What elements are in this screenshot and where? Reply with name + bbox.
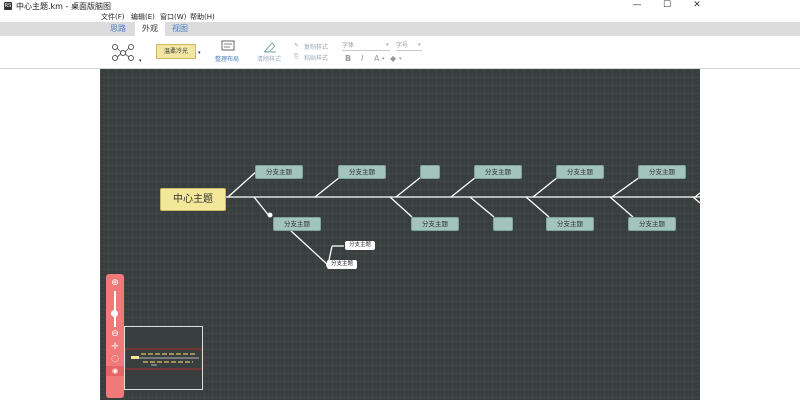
font-family-select[interactable]: 字体 [342,41,390,51]
structure-icon[interactable] [108,42,138,62]
clear-style-button[interactable]: 清除样式 [257,54,281,63]
branch-node-top-5[interactable]: 分支主题 [556,165,604,179]
zoom-in-icon[interactable]: ⊕ [106,278,124,288]
theme-select[interactable]: 温柔冷光 [156,44,196,59]
menu-window[interactable]: 窗口(W) [160,12,186,22]
menu-help[interactable]: 帮助(H) [190,12,215,22]
branch-node-top-3[interactable] [420,165,440,179]
arrange-layout-icon[interactable] [221,40,237,53]
app-icon: RS [4,2,12,10]
close-button[interactable]: ✕ [682,0,712,10]
bold-button[interactable]: B [345,54,351,63]
menu-file[interactable]: 文件(F) [101,12,125,22]
minimize-button[interactable]: — [622,0,652,10]
tab-appearance[interactable]: 外观 [135,22,165,36]
minimap[interactable] [124,326,203,390]
structure-dropdown-icon[interactable]: ▾ [139,58,142,64]
zoom-slider-handle[interactable] [111,310,118,317]
branch-node-bottom-5[interactable]: 分支主题 [628,217,676,231]
tab-ideas[interactable]: 思路 [101,22,135,36]
size-dropdown-icon[interactable]: ▾ [418,42,421,48]
copy-style-button[interactable]: 复制样式 [304,42,328,51]
zoom-out-icon[interactable]: ⊖ [106,329,124,339]
font-color-button[interactable]: A [374,54,379,63]
branch-node-top-1[interactable]: 分支主题 [255,165,303,179]
right-margin [700,69,800,400]
branch-node-bottom-3[interactable] [493,217,513,231]
branch-node-top-2[interactable]: 分支主题 [338,165,386,179]
zoom-slider-track[interactable] [114,291,116,327]
bg-color-button[interactable]: ◆ [390,54,396,63]
bg-color-dropdown-icon[interactable]: ▾ [399,56,402,62]
leaf-node-2[interactable]: 分支主题 [327,260,357,269]
paste-style-icon: ⎘ [294,53,299,60]
leaf-node-1[interactable]: 分支主题 [345,241,375,250]
paste-style-button[interactable]: 粘贴样式 [304,53,328,62]
toggle-navigator-icon[interactable]: ◉ [106,366,124,376]
theme-dropdown-icon[interactable]: ▾ [198,50,201,56]
italic-button[interactable]: I [361,54,363,63]
branch-node-bottom-2[interactable]: 分支主题 [411,217,459,231]
menu-edit[interactable]: 编辑(E) [131,12,155,22]
central-topic-node[interactable]: 中心主题 [160,188,226,211]
copy-style-icon: ✎ [294,42,300,49]
clear-style-icon[interactable] [263,40,277,53]
font-dropdown-icon[interactable]: ▾ [386,42,389,48]
branch-node-bottom-4[interactable]: 分支主题 [546,217,594,231]
branch-node-bottom-1[interactable]: 分支主题 [273,217,321,231]
tab-view[interactable]: 视图 [165,22,195,36]
window-title: 中心主题.km - 桌面版脑图 [16,2,111,11]
font-color-dropdown-icon[interactable]: ▾ [382,56,385,62]
minimap-preview [124,348,203,370]
locate-root-icon[interactable]: ◌ [106,354,124,364]
arrange-layout-button[interactable]: 整理布局 [215,54,239,63]
branch-node-top-6[interactable]: 分支主题 [638,165,686,179]
hand-tool-icon[interactable]: ✛ [106,342,124,352]
branch-node-top-4[interactable]: 分支主题 [474,165,522,179]
maximize-button[interactable]: ☐ [652,0,682,10]
